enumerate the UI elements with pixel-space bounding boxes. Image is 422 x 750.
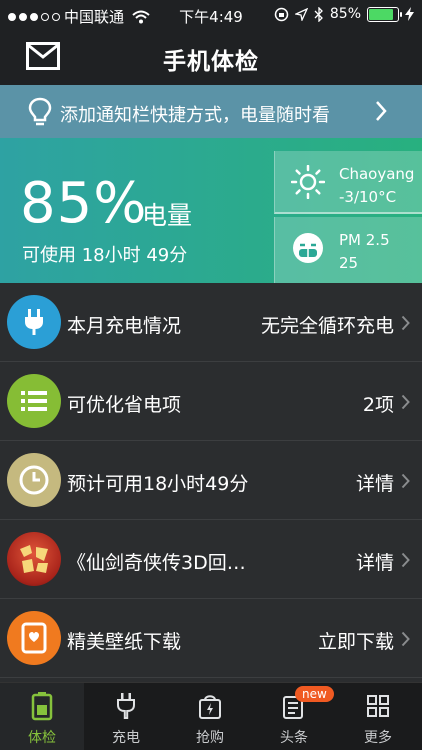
row-icon-circle bbox=[7, 611, 61, 665]
tab-flash-sale[interactable]: 抢购 bbox=[168, 683, 252, 750]
tab-label: 体检 bbox=[28, 730, 56, 746]
battery-unit-label: 电量 bbox=[142, 201, 193, 230]
plug-icon bbox=[25, 309, 43, 335]
status-bar: 中国联通 下午4:49 85% bbox=[0, 0, 422, 30]
feature-list: 本月充电情况 无完全循环充电 可优化省电项 2项 预计可用18小时49分 详情 … bbox=[0, 283, 422, 678]
lightbulb-icon bbox=[28, 97, 52, 126]
pm-label: PM 2.5 bbox=[339, 231, 390, 249]
remaining-time: 可使用 18小时 49分 bbox=[22, 245, 188, 266]
row-label: 预计可用18小时49分 bbox=[67, 473, 249, 495]
chevron-right-icon bbox=[401, 473, 410, 489]
row-label: 《仙剑奇侠传3D回… bbox=[67, 552, 246, 574]
row-label: 本月充电情况 bbox=[67, 315, 182, 337]
tab-more[interactable]: 更多 bbox=[336, 683, 420, 750]
battery-percentage: 85% bbox=[20, 171, 148, 236]
weather-card[interactable]: Chaoyang -3/10°C bbox=[274, 151, 422, 214]
battery-icon bbox=[31, 692, 53, 721]
mask-face-icon bbox=[293, 233, 323, 263]
wallpaper-icon bbox=[21, 622, 47, 654]
bag-icon bbox=[199, 695, 221, 719]
row-value: 详情 bbox=[355, 473, 394, 495]
row-value: 2项 bbox=[362, 394, 394, 416]
nav-bar: 手机体检 bbox=[0, 30, 422, 85]
chevron-right-icon bbox=[401, 552, 410, 568]
battery-percent: 85% bbox=[329, 6, 361, 22]
chevron-right-icon bbox=[376, 101, 387, 121]
row-label: 精美壁纸下载 bbox=[67, 631, 182, 653]
pm-value: 25 bbox=[339, 254, 359, 272]
list-item-optimize[interactable]: 可优化省电项 2项 bbox=[0, 362, 422, 441]
weather-location: Chaoyang bbox=[339, 165, 415, 183]
chevron-right-icon bbox=[401, 631, 410, 647]
row-icon-circle bbox=[7, 453, 61, 507]
battery-fill bbox=[369, 8, 393, 20]
weather-temperature: -3/10°C bbox=[339, 188, 397, 206]
list-item-wallpaper[interactable]: 精美壁纸下载 立即下载 bbox=[0, 599, 422, 678]
tab-label: 头条 bbox=[280, 730, 308, 746]
row-icon-circle bbox=[7, 374, 61, 428]
game-icon bbox=[7, 532, 61, 586]
tab-label: 更多 bbox=[364, 730, 392, 746]
row-value: 详情 bbox=[355, 552, 394, 574]
row-value: 立即下载 bbox=[317, 631, 394, 653]
page-title: 手机体检 bbox=[163, 49, 259, 75]
sun-icon bbox=[291, 165, 325, 199]
tab-label: 充电 bbox=[112, 730, 140, 746]
chevron-right-icon bbox=[401, 315, 410, 331]
battery-panel: 85% 电量 可使用 18小时 49分 Chaoyang -3/10°C PM … bbox=[0, 138, 422, 283]
battery-indicator bbox=[367, 6, 402, 22]
grid-icon bbox=[367, 695, 389, 717]
tab-bar: 体检 充电 抢购 new 头条 更多 bbox=[0, 682, 422, 750]
list-item-charging-status[interactable]: 本月充电情况 无完全循环充电 bbox=[0, 283, 422, 362]
tab-checkup[interactable]: 体检 bbox=[0, 683, 84, 750]
tab-headlines[interactable]: new 头条 bbox=[252, 683, 336, 750]
orientation-lock-icon bbox=[274, 7, 289, 21]
plug-icon bbox=[117, 693, 135, 719]
new-badge: new bbox=[295, 686, 334, 702]
game-logo-icon bbox=[20, 545, 48, 573]
row-value: 无完全循环充电 bbox=[260, 315, 394, 337]
list-item-estimated-time[interactable]: 预计可用18小时49分 详情 bbox=[0, 441, 422, 520]
tab-label: 抢购 bbox=[196, 730, 224, 746]
tab-charging[interactable]: 充电 bbox=[84, 683, 168, 750]
row-icon-circle bbox=[7, 295, 61, 349]
banner-text: 添加通知栏快捷方式，电量随时看 bbox=[60, 105, 330, 126]
row-label: 可优化省电项 bbox=[67, 394, 182, 416]
bluetooth-icon bbox=[314, 6, 323, 22]
chevron-right-icon bbox=[401, 394, 410, 410]
charging-bolt-icon bbox=[405, 7, 414, 21]
list-icon bbox=[21, 391, 47, 411]
clock-icon bbox=[19, 465, 49, 495]
status-right: 85% bbox=[274, 6, 414, 22]
list-item-game-promo[interactable]: 《仙剑奇侠传3D回… 详情 bbox=[0, 520, 422, 599]
notification-shortcut-banner[interactable]: 添加通知栏快捷方式，电量随时看 bbox=[0, 85, 422, 138]
location-icon bbox=[294, 7, 308, 21]
air-quality-card[interactable]: PM 2.5 25 bbox=[274, 217, 422, 283]
